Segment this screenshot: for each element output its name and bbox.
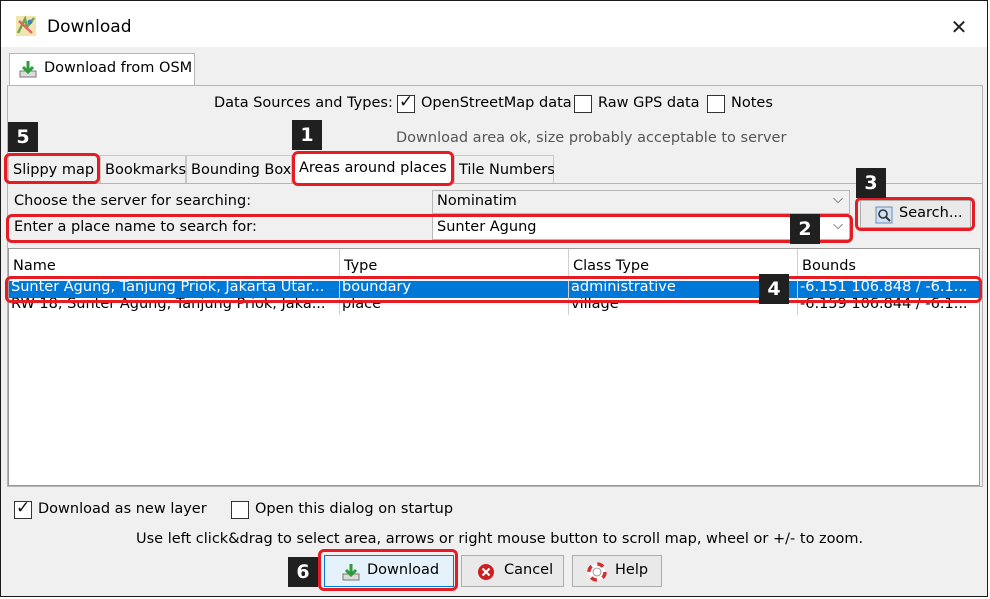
step-badge-3: 3 [856,168,886,198]
chevron-down-icon: ⌵ [833,192,843,207]
cancel-button-label: Cancel [504,562,554,578]
download-as-new-layer-label: Download as new layer [38,501,207,517]
table-row[interactable]: RW 18, Sunter Agung, Tanjung Priok, Jaka… [9,298,979,315]
download-button[interactable]: Download [324,555,454,587]
raw-gps-data-label: Raw GPS data [598,95,700,111]
cell-bounds: -6.159 106.844 / -6.1... [800,298,968,312]
column-header-class-type[interactable]: Class Type [569,249,798,277]
search-icon [875,206,893,224]
download-icon [19,61,37,78]
usage-hint: Use left click&drag to select area, arro… [136,531,864,547]
server-select[interactable]: Nominatim ⌵ [432,190,850,214]
raw-gps-data-checkbox[interactable] [574,95,592,113]
main-tab-strip: Download from OSM [7,51,983,86]
open-on-startup-checkbox[interactable] [231,501,249,519]
cell-name: RW 18, Sunter Agung, Tanjung Priok, Jaka… [9,298,340,315]
data-sources-label: Data Sources and Types: [214,95,393,111]
cell-type: boundary [340,281,569,298]
search-button-label: Search... [899,205,963,221]
tab-slippy-map[interactable]: Slippy map [8,155,100,183]
notes-checkbox[interactable] [707,95,725,113]
cell-bounds: -6.151 106.848 / -6.1... [800,281,968,295]
tab-bookmarks[interactable]: Bookmarks [100,155,186,183]
tab-download-from-osm[interactable]: Download from OSM [9,53,195,85]
column-header-name[interactable]: Name [9,249,340,277]
place-name-input[interactable]: Sunter Agung ⌵ [432,216,850,240]
help-button-label: Help [615,562,649,578]
search-results-table[interactable]: Name Type Class Type Bounds Sunter Agung… [8,248,980,486]
josm-app-icon [16,15,36,36]
chevron-down-icon[interactable]: ⌵ [833,218,843,233]
cancel-icon [478,564,494,580]
step-badge-1: 1 [292,120,322,150]
column-header-bounds[interactable]: Bounds [798,249,979,277]
server-label: Choose the server for searching: [14,193,252,209]
openstreetmap-data-checkbox[interactable] [397,92,415,113]
openstreetmap-data-label: OpenStreetMap data [421,95,572,111]
window-title: Download [47,17,132,37]
step-badge-5: 5 [8,122,38,152]
help-lifebuoy-icon [587,562,607,582]
tab-bounding-box[interactable]: Bounding Box [186,155,292,183]
download-button-label: Download [367,562,440,578]
area-selector-tabs: Slippy map Bookmarks Bounding Box Areas … [8,153,982,184]
server-select-value: Nominatim [437,193,517,209]
place-name-label: Enter a place name to search for: [14,219,257,235]
close-icon[interactable]: ✕ [945,13,973,41]
cell-name: Sunter Agung, Tanjung Priok, Jakarta Uta… [9,281,340,298]
cell-type: place [340,298,569,315]
help-button[interactable]: Help [572,555,662,587]
download-as-new-layer-checkbox[interactable] [14,498,32,519]
column-header-type[interactable]: Type [340,249,569,277]
cancel-button[interactable]: Cancel [461,555,564,587]
step-badge-2: 2 [790,214,820,244]
tab-tile-numbers[interactable]: Tile Numbers [454,155,555,183]
title-bar[interactable]: Download ✕ [1,1,987,47]
step-badge-4: 4 [759,274,789,304]
step-badge-6: 6 [288,557,318,587]
tab-download-from-osm-label: Download from OSM [44,60,193,76]
open-on-startup-label: Open this dialog on startup [255,501,454,517]
table-row[interactable]: Sunter Agung, Tanjung Priok, Jakarta Uta… [9,281,979,298]
place-name-value: Sunter Agung [437,219,537,235]
notes-label: Notes [731,95,773,111]
download-status-message: Download area ok, size probably acceptab… [396,130,787,146]
tab-areas-around-places[interactable]: Areas around places [294,153,454,183]
search-button[interactable]: Search... [860,200,971,228]
download-icon [342,564,360,581]
